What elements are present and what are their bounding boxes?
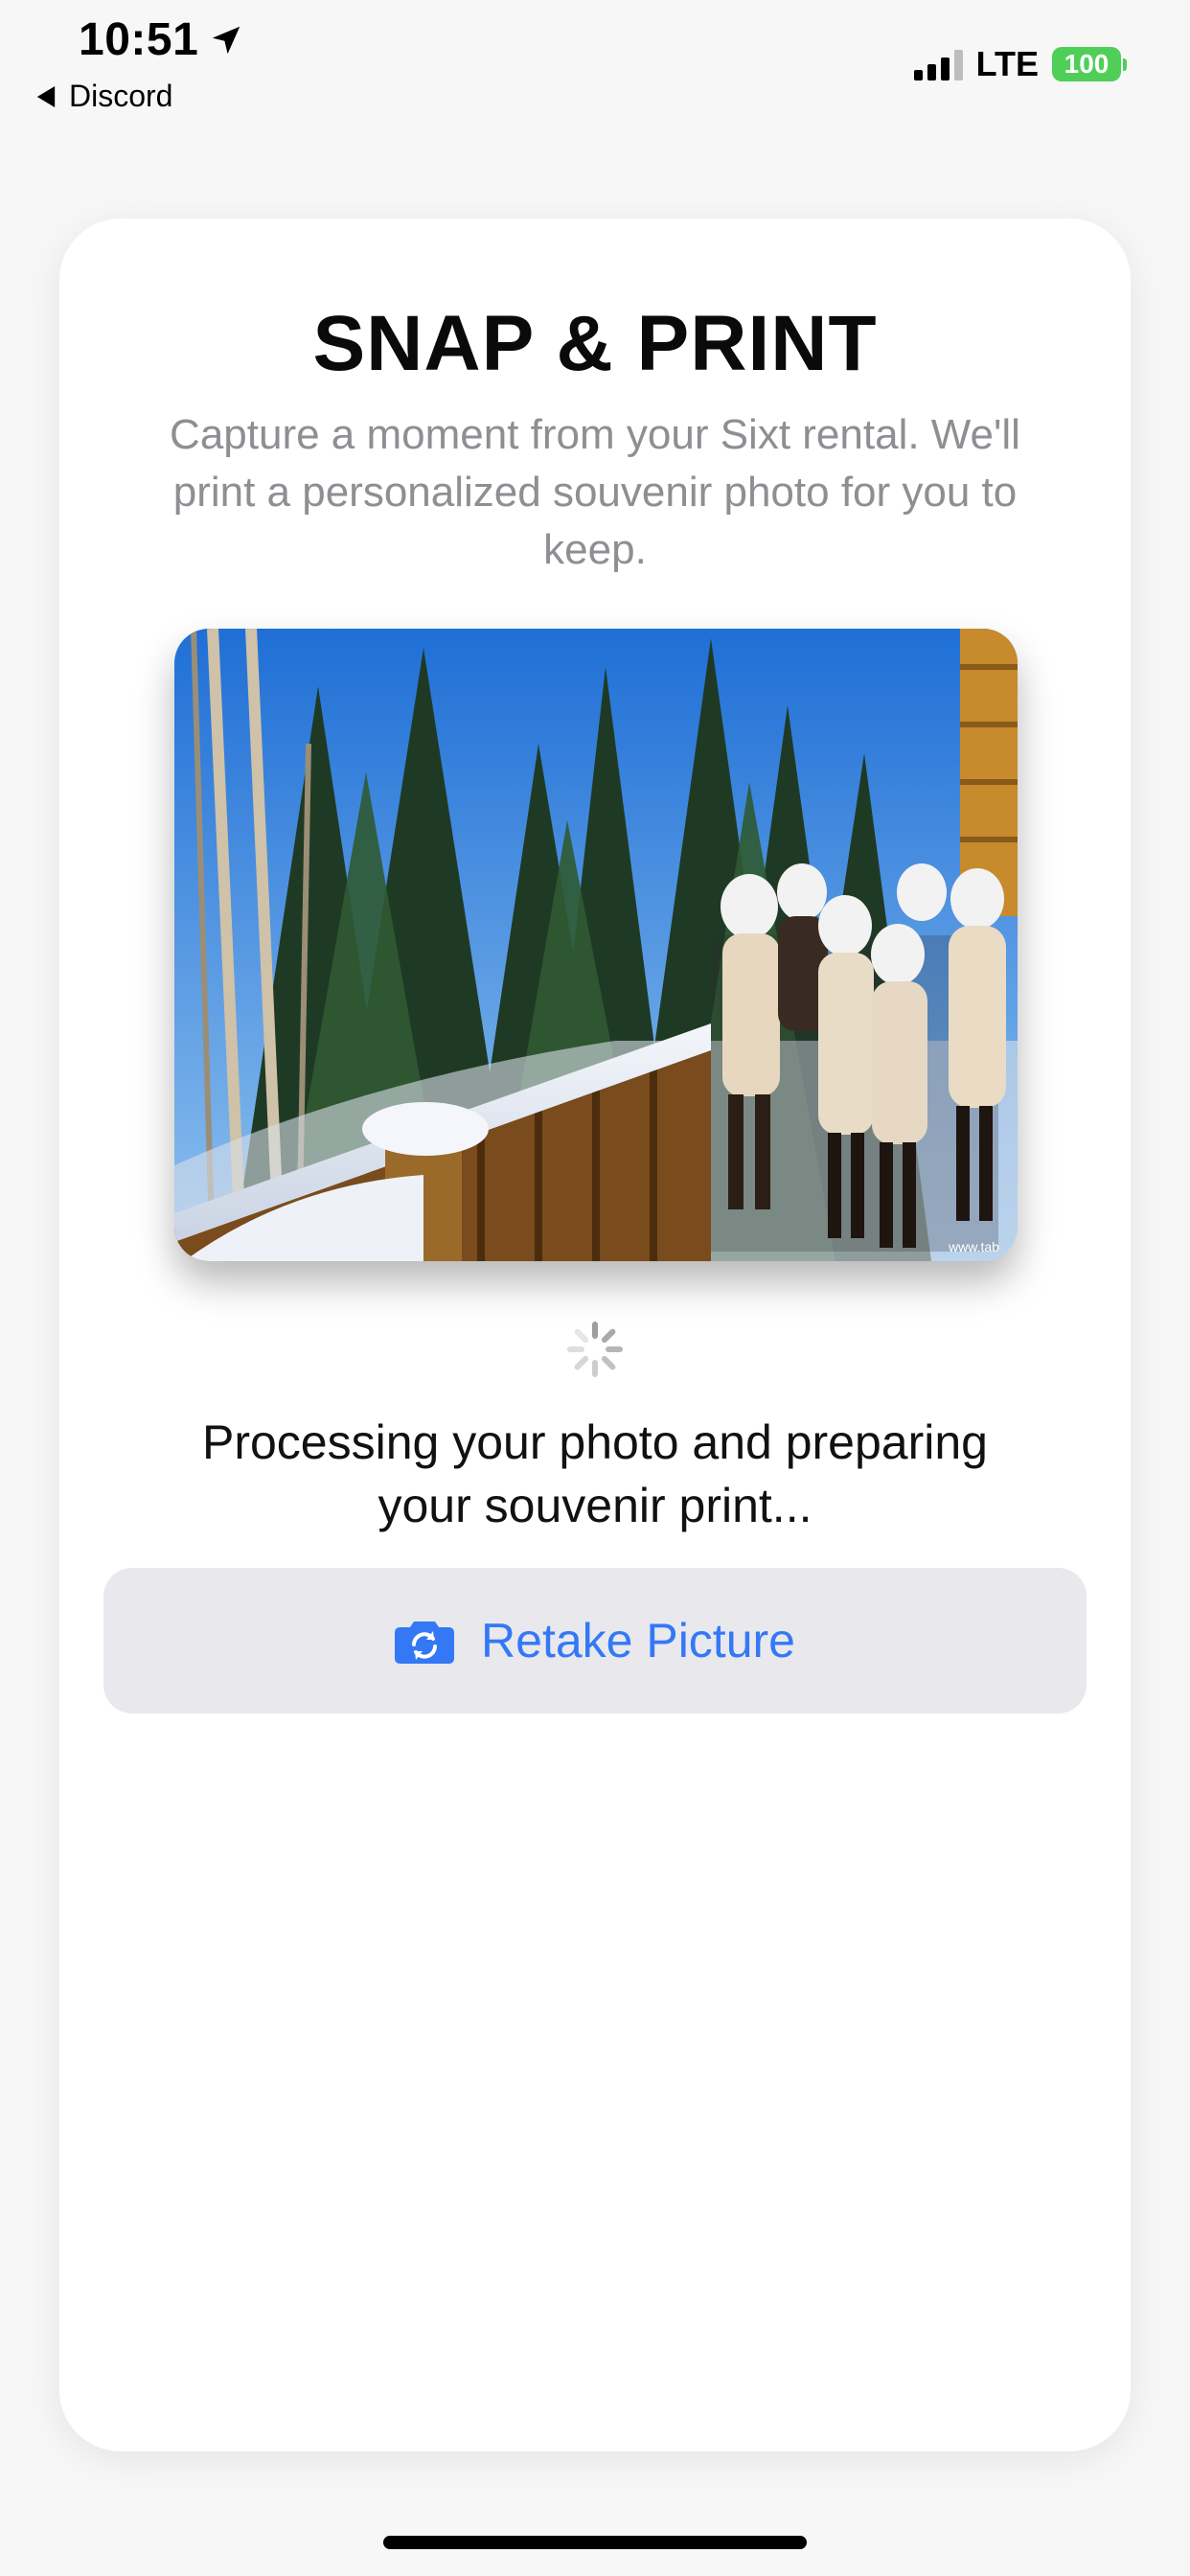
status-time: 10:51 — [79, 13, 244, 66]
back-to-app-link[interactable]: Discord — [36, 79, 172, 114]
processing-message: Processing your photo and preparing your… — [202, 1415, 988, 1532]
battery-level: 100 — [1052, 47, 1121, 81]
status-indicators: LTE 100 — [913, 44, 1127, 84]
time-label: 10:51 — [79, 14, 199, 65]
location-arrow-icon — [213, 26, 240, 54]
captured-photo: www.tab — [174, 629, 1018, 1261]
photo-watermark: www.tab — [948, 1239, 999, 1254]
cellular-signal-icon — [913, 48, 963, 80]
camera-rotate-icon — [395, 1622, 455, 1664]
photo-illustration: www.tab — [174, 629, 1018, 1261]
loading-spinner-icon — [567, 1322, 623, 1377]
back-app-label: Discord — [69, 79, 173, 113]
home-indicator[interactable] — [383, 2536, 807, 2549]
network-type: LTE — [975, 44, 1039, 83]
battery-icon: 100 — [1052, 47, 1127, 81]
page-title: SNAP & PRINT — [312, 300, 878, 387]
screen: 10:51 Discord LTE 100 SNAP & PRINT Captu… — [0, 0, 1190, 2576]
retake-button-label: Retake Picture — [481, 1614, 795, 1668]
back-triangle-icon — [36, 85, 56, 107]
snap-print-card: SNAP & PRINT Capture a moment from your … — [59, 218, 1131, 2451]
retake-picture-button[interactable]: Retake Picture — [103, 1568, 1087, 1714]
page-subtitle: Capture a moment from your Sixt rental. … — [170, 411, 1020, 573]
